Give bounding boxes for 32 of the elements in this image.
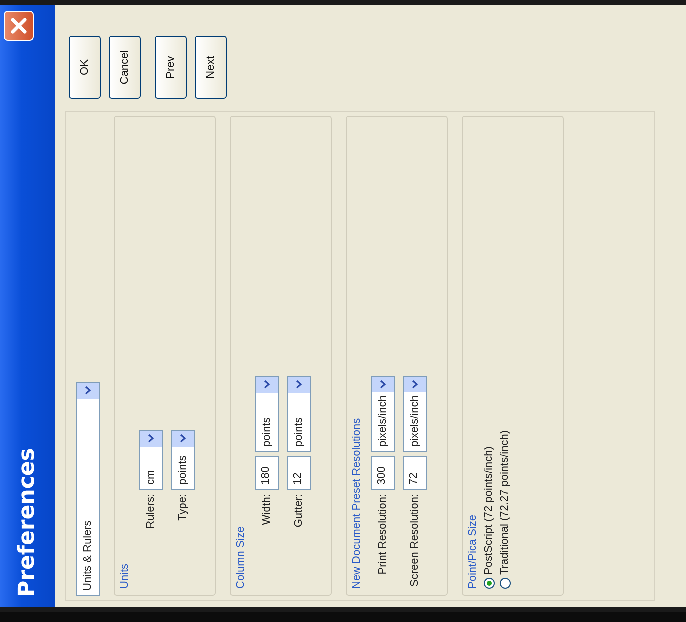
- dialog-button[interactable]: OK: [69, 36, 101, 99]
- field-label: Rulers:: [145, 494, 157, 531]
- field-label: Gutter:: [293, 494, 305, 530]
- close-button[interactable]: [4, 11, 34, 41]
- nav-button[interactable]: Next: [195, 36, 227, 99]
- group-title: Point/Pica Size: [467, 515, 479, 589]
- dialog-button[interactable]: Cancel: [109, 36, 141, 99]
- category-dropdown[interactable]: Units & Rulers: [76, 382, 100, 596]
- field-label: Screen Resolution:: [409, 494, 421, 589]
- number-field[interactable]: 180: [255, 456, 279, 490]
- field-label: Type:: [177, 494, 189, 523]
- radio-option[interactable]: PostScript (72 points/inch): [483, 446, 495, 589]
- group-title: Units: [119, 564, 131, 589]
- radio-button[interactable]: [484, 578, 494, 589]
- number-field[interactable]: 12: [287, 456, 311, 490]
- unit-dropdown[interactable]: points: [287, 376, 311, 452]
- unit-dropdown[interactable]: points: [171, 430, 195, 490]
- field-label: Print Resolution:: [377, 494, 389, 577]
- unit-dropdown[interactable]: points: [255, 376, 279, 452]
- number-field[interactable]: 300: [371, 456, 395, 490]
- group-title: Column Size: [235, 526, 247, 589]
- group-title: New Document Preset Resolutions: [351, 418, 363, 589]
- radio-button[interactable]: [500, 578, 510, 589]
- unit-dropdown[interactable]: cm: [139, 430, 163, 490]
- radio-option[interactable]: Traditional (72.27 points/inch): [499, 430, 511, 589]
- close-icon: [10, 17, 28, 35]
- number-field[interactable]: 72: [403, 456, 427, 490]
- nav-button[interactable]: Prev: [155, 36, 187, 99]
- unit-dropdown[interactable]: pixels/inch: [403, 376, 427, 452]
- field-label: Width:: [261, 494, 273, 528]
- window-title: Preferences: [15, 448, 40, 597]
- unit-dropdown[interactable]: pixels/inch: [371, 376, 395, 452]
